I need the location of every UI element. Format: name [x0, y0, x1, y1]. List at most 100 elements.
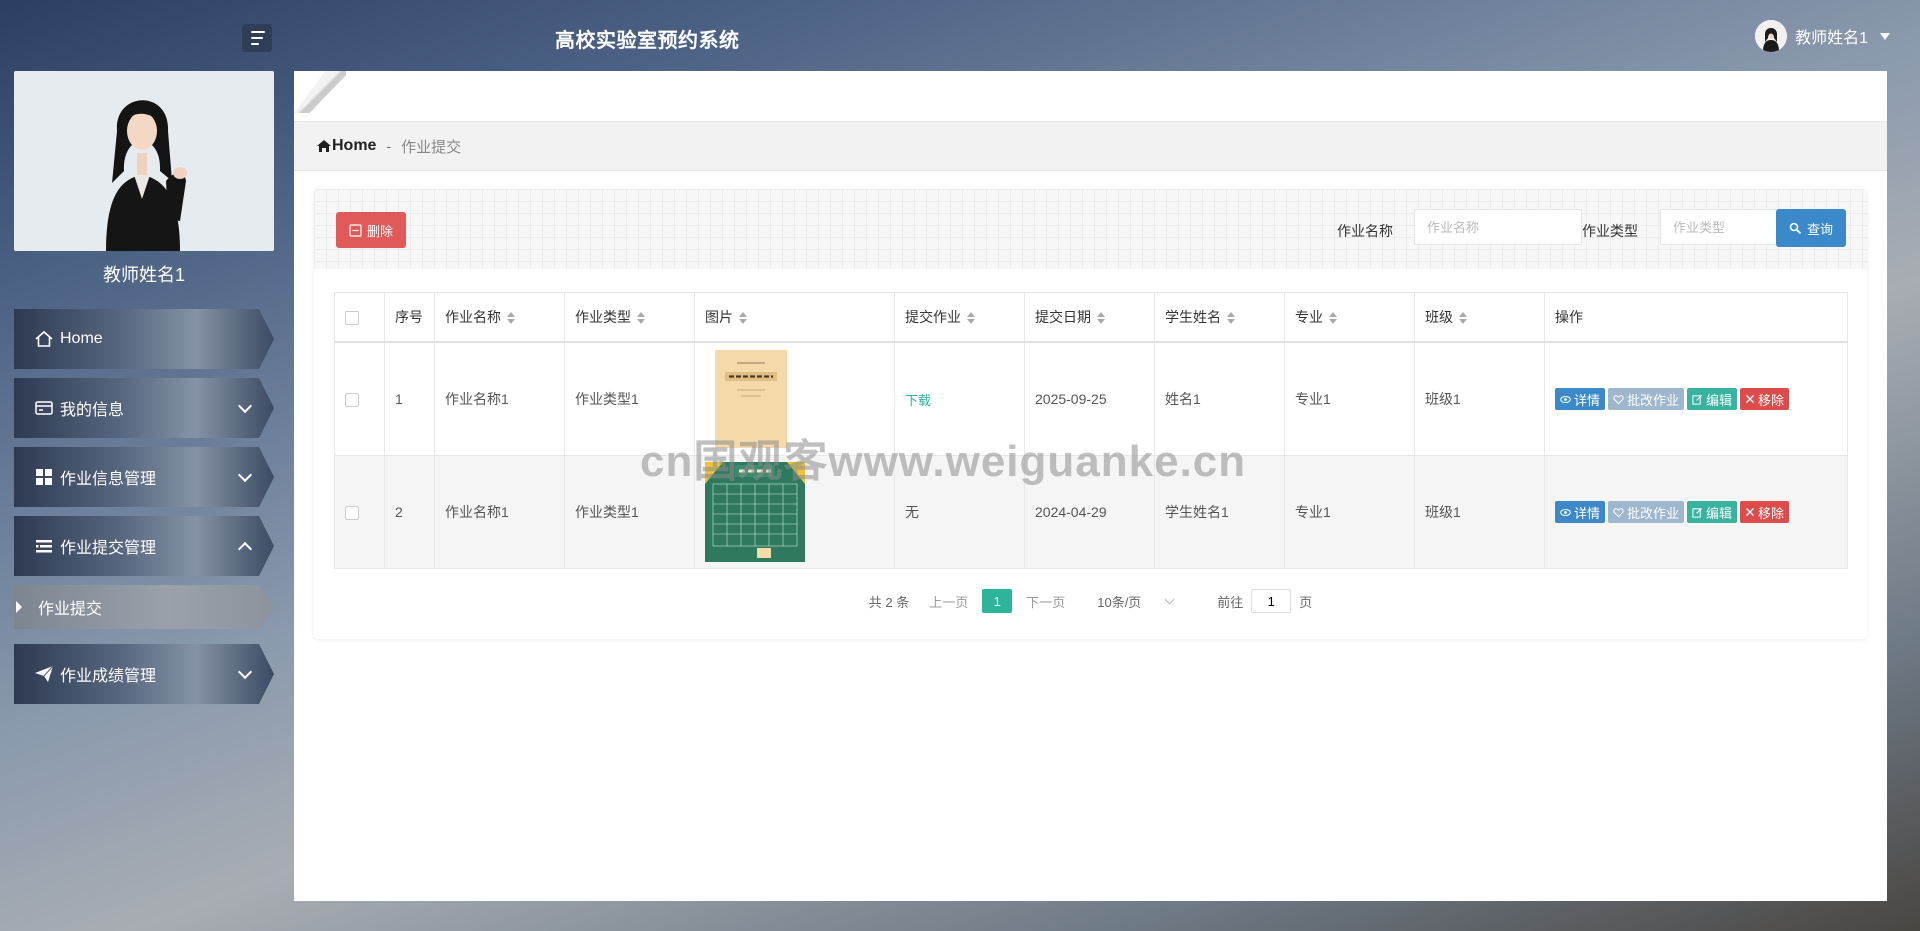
sort-icon[interactable] [1459, 312, 1467, 325]
eye-icon [1560, 508, 1571, 516]
remove-button[interactable]: 移除 [1740, 501, 1790, 523]
detail-button[interactable]: 详情 [1555, 501, 1606, 523]
edit-button[interactable]: 编辑 [1687, 501, 1738, 523]
hamburger-icon[interactable] [242, 24, 272, 52]
cell-major: 专业1 [1284, 455, 1415, 569]
remove-button[interactable]: 移除 [1740, 388, 1790, 410]
top-bar: 高校实验室预约系统 教师姓名1 [0, 0, 1920, 71]
sidebar-item-label: 作业提交管理 [60, 540, 157, 557]
sort-icon[interactable] [1097, 312, 1105, 325]
goto-page-input[interactable] [1251, 589, 1292, 613]
caret-right-icon [16, 601, 22, 613]
sort-icon[interactable] [1329, 312, 1337, 325]
user-menu[interactable]: 教师姓名1 [1755, 20, 1890, 52]
grade-button[interactable]: 批改作业 [1608, 388, 1685, 410]
chevron-down-icon [237, 467, 253, 483]
sidebar-item-label: 作业信息管理 [60, 471, 157, 488]
sidebar: 教师姓名1 Home 我的信息 作业信息管理 作业提交管理 作业提交 作业成绩管… [14, 71, 274, 713]
breadcrumb-home-label: Home [332, 137, 377, 154]
column-header: 操作 [1544, 292, 1848, 343]
cell-actions: 详情 批改作业 编辑 移除 [1544, 455, 1848, 569]
sidebar-item-label: 作业成绩管理 [60, 668, 157, 685]
sidebar-item-home[interactable]: Home [14, 309, 274, 369]
home-icon [34, 329, 54, 349]
heart-icon [1613, 394, 1624, 404]
timetable-thumbnail[interactable] [705, 462, 805, 562]
chevron-up-icon [237, 541, 253, 557]
edit-icon [1692, 507, 1703, 518]
column-header[interactable]: 作业类型 [564, 292, 695, 343]
profile-photo [14, 71, 274, 251]
list-icon [34, 536, 54, 556]
sidebar-item-label: Home [60, 330, 103, 347]
content-panel: 删除 作业名称 作业类型 查询 序号 [314, 189, 1867, 639]
book-cover-thumbnail[interactable] [715, 350, 787, 448]
cell-index: 1 [384, 341, 435, 456]
minus-square-icon [349, 223, 362, 237]
sidebar-item-homework-info[interactable]: 作业信息管理 [14, 447, 274, 507]
prev-page-button[interactable]: 上一页 [929, 592, 968, 611]
breadcrumb-home[interactable]: Home [316, 137, 376, 155]
cell-name: 作业名称1 [434, 341, 565, 456]
column-header[interactable]: 学生姓名 [1154, 292, 1285, 343]
column-header[interactable]: 班级 [1414, 292, 1545, 343]
cell-image [694, 455, 895, 569]
search-button-label: 查询 [1806, 221, 1833, 237]
home-icon [317, 140, 331, 152]
chevron-down-icon [1164, 594, 1175, 604]
cell-class: 班级1 [1414, 341, 1545, 456]
checkbox[interactable] [345, 311, 359, 326]
checkbox[interactable] [345, 506, 359, 521]
download-link[interactable]: 下载 [905, 393, 931, 408]
sort-icon[interactable] [507, 312, 515, 325]
edit-icon [1692, 394, 1703, 405]
page-size-select[interactable]: 10条/页 [1097, 592, 1175, 611]
edit-button[interactable]: 编辑 [1687, 388, 1738, 410]
search-icon [1789, 222, 1802, 234]
sidebar-subitem-submission[interactable]: 作业提交 [14, 585, 274, 629]
sidebar-item-my-info[interactable]: 我的信息 [14, 378, 274, 438]
row-select[interactable] [334, 455, 385, 569]
column-header[interactable]: 图片 [694, 292, 895, 343]
header-select-all[interactable] [334, 292, 385, 343]
detail-button[interactable]: 详情 [1555, 388, 1606, 410]
page-number-button[interactable]: 1 [982, 589, 1013, 613]
next-page-button[interactable]: 下一页 [1026, 592, 1065, 611]
column-header: 序号 [384, 292, 435, 343]
search-button[interactable]: 查询 [1776, 209, 1846, 247]
page-size-value: 10条/页 [1097, 594, 1142, 610]
toolbar: 删除 作业名称 作业类型 查询 [314, 189, 1867, 269]
sidebar-item-submission-mgmt[interactable]: 作业提交管理 [14, 516, 274, 576]
close-icon [1746, 395, 1755, 403]
app-title: 高校实验室预约系统 [555, 30, 740, 52]
grade-button[interactable]: 批改作业 [1608, 501, 1685, 523]
delete-button[interactable]: 删除 [336, 212, 406, 248]
column-header[interactable]: 专业 [1284, 292, 1415, 343]
user-avatar [1755, 20, 1788, 52]
sort-icon[interactable] [1227, 312, 1235, 325]
column-header[interactable]: 提交作业 [894, 292, 1025, 343]
page-curl-decoration [294, 71, 346, 113]
chevron-down-icon [237, 398, 253, 414]
sort-icon[interactable] [637, 312, 645, 325]
close-icon [1746, 508, 1755, 516]
main-content: Home - 作业提交 删除 作业名称 作业类型 查询 [294, 71, 1887, 901]
table-row: 2 作业名称1 作业类型1 无 2024-04-29 学生姓名1 专业1 班级1… [334, 455, 1848, 569]
sidebar-item-grades-mgmt[interactable]: 作业成绩管理 [14, 644, 274, 704]
search-input-name[interactable] [1414, 209, 1582, 245]
column-header[interactable]: 提交日期 [1024, 292, 1155, 343]
sidebar-subitem-label: 作业提交 [38, 601, 103, 618]
sort-icon[interactable] [739, 312, 747, 325]
user-name: 教师姓名1 [1795, 30, 1868, 47]
sort-icon[interactable] [967, 312, 975, 325]
table-wrapper: 序号 作业名称 作业类型 图片 提交作业 提交日期 学生姓名 专业 班级 操作 [334, 292, 1848, 569]
sidebar-item-label: 我的信息 [60, 402, 125, 419]
search-label-name: 作业名称 [1337, 223, 1393, 239]
cell-index: 2 [384, 455, 435, 569]
checkbox[interactable] [345, 393, 359, 408]
row-select[interactable] [334, 341, 385, 456]
column-header[interactable]: 作业名称 [434, 292, 565, 343]
pagination: 共 2 条 上一页 1 下一页 10条/页 前往 页 [314, 589, 1867, 613]
pagination-total: 共 2 条 [868, 594, 910, 610]
cell-submission[interactable]: 下载 [894, 341, 1025, 456]
